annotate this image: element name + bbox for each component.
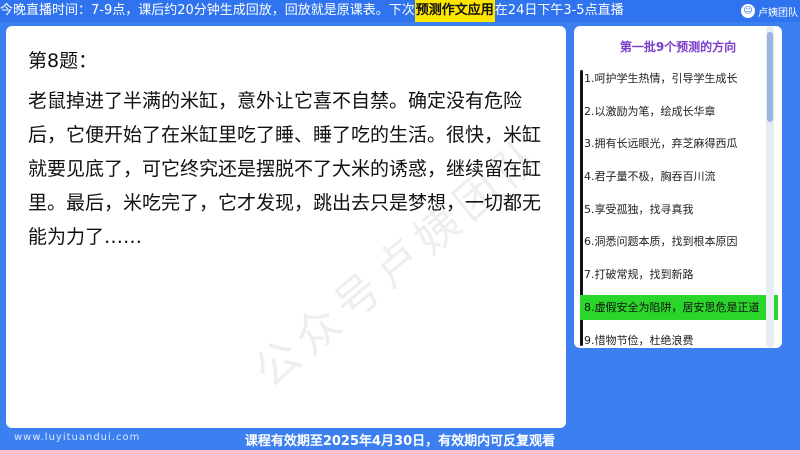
sidebar-scroll-thumb[interactable]: [767, 32, 773, 122]
sidebar-item-6[interactable]: 6.洞悉问题本质，找到根本原因: [580, 229, 778, 254]
sidebar-item-5[interactable]: 5.享受孤独，找寻真我: [580, 197, 778, 222]
question-title: 第8题：: [28, 50, 98, 72]
prediction-sidebar: 第一批9个预测的方向 1.呵护学生热情，引导学生成长 2.以激励为笔，绘成长华章…: [574, 26, 782, 348]
brand-logo-icon: ☺: [741, 4, 755, 18]
sidebar-list: 1.呵护学生热情，引导学生成长 2.以激励为笔，绘成长华章 3.拥有长远眼光，弃…: [580, 66, 778, 360]
banner-text-part1: 今晚直播时间：7-9点，课后约20分钟生成回放，回放就是原课表。下次: [0, 3, 415, 18]
sidebar-item-3[interactable]: 3.拥有长远眼光，弃芝麻得西瓜: [580, 131, 778, 156]
brand-name: 卢姨团队: [758, 7, 798, 19]
sidebar-item-1[interactable]: 1.呵护学生热情，引导学生成长: [580, 66, 778, 91]
banner-highlight: 预测作文应用: [414, 0, 495, 22]
banner-text-part2: 在24日下午3-5点直播: [494, 3, 624, 18]
sidebar-item-7[interactable]: 7.打破常规，找到新路: [580, 262, 778, 287]
brand-badge: ☺ 卢姨团队: [741, 1, 798, 21]
validity-notice: 课程有效期至2025年4月30日，有效期内可反复观看: [244, 434, 556, 449]
sidebar-item-9[interactable]: 9.惜物节俭，杜绝浪费: [580, 328, 778, 353]
sidebar-title: 第一批9个预测的方向: [619, 40, 737, 54]
sidebar-item-2[interactable]: 2.以激励为笔，绘成长华章: [580, 99, 778, 124]
question-body: 老鼠掉进了半满的米缸，意外让它喜不自禁。确定没有危险后，它便开始了在米缸里吃了睡…: [28, 90, 542, 248]
top-banner: 今晚直播时间：7-9点，课后约20分钟生成回放，回放就是原课表。下次预测作文应用…: [0, 0, 800, 22]
question-card: 公众号卢姨团队 第8题： 老鼠掉进了半满的米缸，意外让它喜不自禁。确定没有危险后…: [6, 26, 566, 428]
sidebar-scrollbar[interactable]: [766, 26, 774, 348]
sidebar-item-8[interactable]: 8.虚假安全为陷阱，居安思危是正道: [580, 294, 778, 320]
sidebar-item-4[interactable]: 4.君子量不极，胸吞百川流: [580, 164, 778, 189]
